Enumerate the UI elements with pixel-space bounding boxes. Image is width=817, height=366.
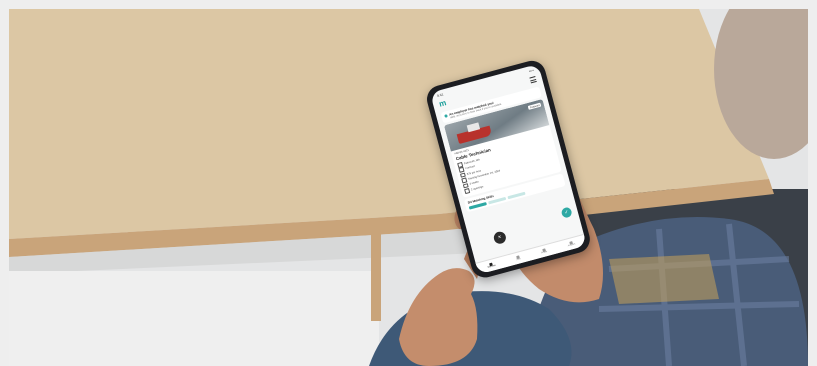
shirt-accent [609, 254, 719, 304]
photo-scene [9, 9, 808, 366]
menu-icon[interactable] [529, 76, 537, 84]
tab-label: Account [567, 243, 576, 248]
tab-label: Jobs [516, 258, 522, 262]
tab-jobs[interactable]: Jobs [515, 255, 522, 262]
lower-wall [9, 271, 379, 366]
dismiss-button[interactable]: × [492, 230, 508, 246]
tab-account[interactable]: Account [567, 240, 576, 248]
job-detail-text: 2 openings [470, 185, 484, 192]
table-leg [371, 231, 381, 321]
accept-button[interactable]: ✓ [560, 206, 573, 219]
tab-matches[interactable]: Matches [487, 262, 497, 270]
photo-frame: 9:41 ▪▪ ▪ m An employer has matched you!… [9, 9, 808, 366]
tab-label: Profile [541, 251, 548, 255]
tab-label: Matches [487, 265, 497, 270]
info-icon [444, 114, 448, 118]
people-icon [464, 188, 470, 194]
job-tag: Featured [528, 102, 542, 110]
app-logo: m [438, 98, 448, 109]
tab-profile[interactable]: Profile [540, 248, 548, 255]
